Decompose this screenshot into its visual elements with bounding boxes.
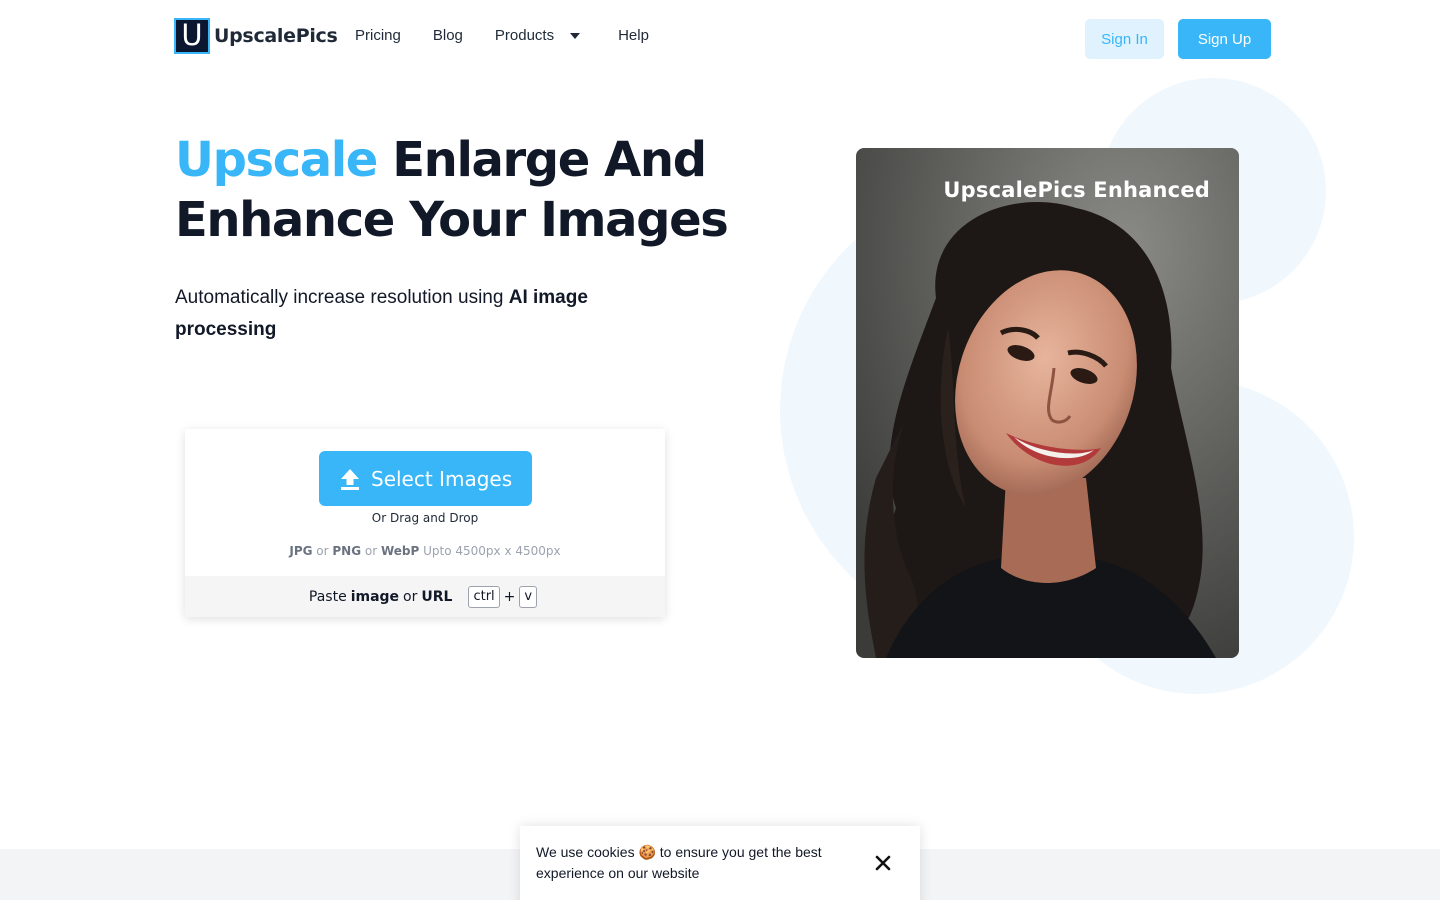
kbd-ctrl: ctrl: [468, 585, 500, 608]
format-webp: WebP: [380, 544, 420, 558]
nav-link-products-label: Products: [494, 27, 555, 44]
kbd-v: v: [519, 585, 538, 608]
sign-up-button[interactable]: Sign Up: [1178, 19, 1271, 59]
drag-drop-hint: Or Drag and Drop: [371, 511, 479, 525]
nav-link-help[interactable]: Help: [618, 26, 649, 46]
select-images-label: Select Images: [371, 466, 513, 491]
kbd-plus: +: [503, 588, 516, 605]
paste-url: URL: [421, 588, 453, 605]
portrait-photo-icon: [856, 148, 1239, 658]
hero-title-accent: Upscale: [175, 132, 378, 188]
nav-link-products[interactable]: Products: [494, 26, 581, 46]
close-icon: [875, 855, 891, 871]
size-limit: Upto 4500px x 4500px: [419, 544, 561, 558]
upload-icon: [341, 468, 359, 490]
paste-or: or: [403, 588, 418, 605]
cookie-banner: We use cookies 🍪 to ensure you get the b…: [520, 826, 920, 900]
brand-name: UpscalePics: [214, 25, 338, 47]
paste-image: image: [350, 588, 400, 605]
top-navigation: U UpscalePics Pricing Blog Products Help…: [0, 0, 1440, 78]
format-or: or: [361, 544, 381, 558]
format-png: PNG: [332, 544, 362, 558]
supported-formats: JPG or PNG or WebP Upto 4500px x 4500px: [185, 544, 665, 558]
enhanced-preview-image: UpscalePics Enhanced: [856, 148, 1239, 658]
chevron-down-icon: [570, 33, 581, 39]
upload-dropzone[interactable]: Select Images Or Drag and Drop JPG or PN…: [185, 429, 665, 617]
paste-hint-bar: Paste image or URL ctrl + v: [185, 576, 665, 617]
nav-links: Pricing Blog Products Help: [355, 26, 681, 46]
logo-icon: U: [174, 18, 210, 54]
format-or: or: [312, 544, 333, 558]
sign-in-button[interactable]: Sign In: [1085, 19, 1164, 59]
hero-subtitle-plain: Automatically increase resolution using: [175, 287, 509, 308]
paste-prefix: Paste: [308, 588, 347, 605]
nav-link-pricing[interactable]: Pricing: [355, 26, 401, 46]
select-images-button[interactable]: Select Images: [319, 451, 532, 506]
hero-subtitle: Automatically increase resolution using …: [175, 282, 635, 346]
close-cookie-button[interactable]: [870, 850, 896, 876]
format-jpg: JPG: [289, 544, 313, 558]
logo-link[interactable]: U UpscalePics: [174, 18, 338, 54]
enhanced-label: UpscalePics Enhanced: [943, 178, 1210, 202]
hero-title: Upscale Enlarge And Enhance Your Images: [175, 130, 735, 250]
cookie-message: We use cookies 🍪 to ensure you get the b…: [536, 844, 822, 881]
nav-link-blog[interactable]: Blog: [433, 26, 463, 46]
